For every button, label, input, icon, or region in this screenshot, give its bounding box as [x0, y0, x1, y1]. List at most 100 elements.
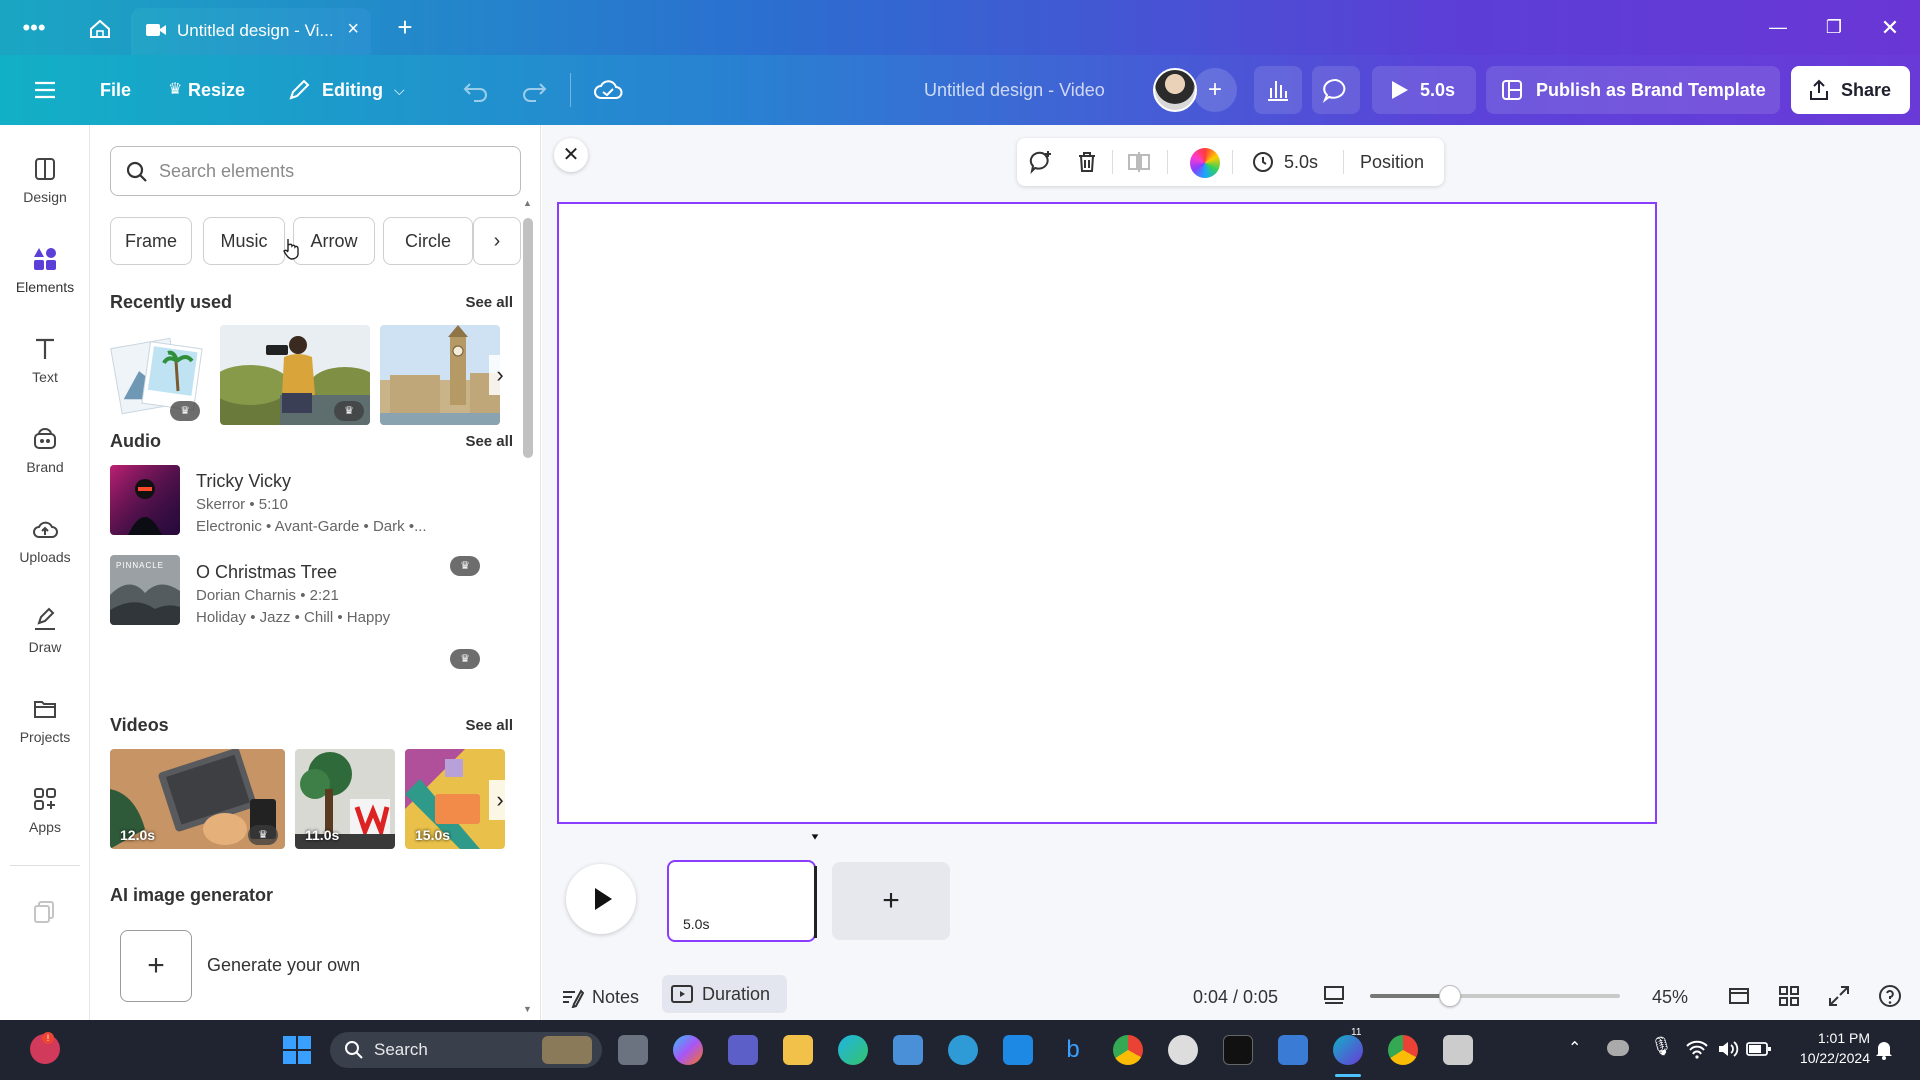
- avatar[interactable]: [1153, 68, 1197, 112]
- app-icon[interactable]: [893, 1035, 923, 1065]
- new-tab-button[interactable]: +: [385, 0, 425, 55]
- rail-text[interactable]: Text: [0, 325, 90, 405]
- audio-item-title[interactable]: Tricky Vicky: [196, 471, 291, 492]
- onedrive-icon[interactable]: [1607, 1040, 1629, 1056]
- position-button[interactable]: Position: [1360, 138, 1424, 186]
- edge-icon[interactable]: [838, 1035, 868, 1065]
- fullscreen-icon[interactable]: [1827, 984, 1851, 1008]
- video-thumb-laptop[interactable]: 12.0s ♛: [110, 749, 285, 849]
- chrome-icon[interactable]: [1113, 1035, 1143, 1065]
- show-hidden-icons[interactable]: ⌃: [1568, 1038, 1581, 1058]
- recent-thumb-big-ben[interactable]: [380, 325, 500, 425]
- zoom-slider[interactable]: [1370, 985, 1620, 1007]
- tab-close-icon[interactable]: ×: [347, 18, 359, 41]
- recent-thumb-travel[interactable]: ♛: [110, 325, 205, 425]
- windows-start-icon[interactable]: [282, 1035, 312, 1065]
- split-icon[interactable]: [1126, 150, 1152, 174]
- timeline-play-button[interactable]: [566, 864, 636, 934]
- battery-icon[interactable]: [1746, 1040, 1772, 1058]
- zoom-slider-handle[interactable]: [1439, 985, 1461, 1007]
- insights-button[interactable]: [1254, 66, 1302, 114]
- audio-cover-o-christmas-tree[interactable]: PINNACLE: [110, 555, 180, 625]
- home-icon[interactable]: [80, 0, 120, 55]
- chip-frame[interactable]: Frame: [110, 217, 192, 265]
- redo-icon[interactable]: [520, 80, 548, 102]
- taskbar-search[interactable]: Search: [330, 1032, 602, 1068]
- rail-projects[interactable]: Projects: [0, 685, 90, 765]
- chip-circle[interactable]: Circle: [383, 217, 473, 265]
- help-icon[interactable]: [1877, 983, 1903, 1009]
- chip-arrow[interactable]: Arrow: [293, 217, 375, 265]
- chevron-down-icon[interactable]: ⌵: [394, 55, 405, 125]
- browser-tab-active[interactable]: Untitled design - Vi... ×: [131, 8, 371, 55]
- panel-scrollbar[interactable]: ▲ ▼: [520, 198, 536, 1014]
- audio-item-title[interactable]: O Christmas Tree: [196, 562, 337, 583]
- recently-used-see-all[interactable]: See all: [465, 294, 513, 311]
- search-input[interactable]: [159, 147, 499, 195]
- app-icon[interactable]: [1443, 1035, 1473, 1065]
- file-explorer-icon[interactable]: [783, 1035, 813, 1065]
- rail-apps[interactable]: Apps: [0, 775, 90, 855]
- terminal-icon[interactable]: [1223, 1035, 1253, 1065]
- resize-button[interactable]: Resize: [188, 55, 245, 125]
- clock-date[interactable]: 10/22/2024: [1780, 1050, 1870, 1066]
- task-view-icon[interactable]: [618, 1035, 648, 1065]
- minimize-icon[interactable]: —: [1750, 0, 1806, 55]
- share-button[interactable]: Share: [1791, 66, 1910, 114]
- play-preview-button[interactable]: 5.0s: [1372, 66, 1476, 114]
- canva-icon[interactable]: 11: [1333, 1027, 1363, 1065]
- rail-draw[interactable]: Draw: [0, 595, 90, 675]
- scroll-thumb[interactable]: [523, 218, 533, 458]
- app-icon[interactable]: [1168, 1035, 1198, 1065]
- videos-next-icon[interactable]: ›: [489, 780, 511, 820]
- playhead-icon[interactable]: [811, 833, 819, 841]
- cloud-saved-icon[interactable]: [592, 77, 624, 103]
- add-collaborator-button[interactable]: +: [1193, 68, 1237, 112]
- bing-icon[interactable]: b: [1058, 1035, 1088, 1065]
- restore-icon[interactable]: ❐: [1806, 0, 1862, 55]
- page-view-icon[interactable]: [1322, 984, 1346, 1008]
- ctx-duration[interactable]: 5.0s: [1284, 138, 1318, 186]
- design-title[interactable]: Untitled design - Video: [924, 55, 1105, 125]
- video-thumb-plant[interactable]: 11.0s: [295, 749, 395, 849]
- zoom-level[interactable]: 45%: [1652, 974, 1688, 1020]
- rail-design[interactable]: Design: [0, 145, 90, 225]
- rail-brand[interactable]: Brand: [0, 415, 90, 495]
- wifi-icon[interactable]: [1685, 1038, 1709, 1060]
- app-icon[interactable]: [948, 1035, 978, 1065]
- publish-brand-template-button[interactable]: Publish as Brand Template: [1486, 66, 1780, 114]
- generate-your-own-label[interactable]: Generate your own: [207, 955, 360, 976]
- color-picker-icon[interactable]: [1190, 148, 1220, 178]
- undo-icon[interactable]: [462, 80, 490, 102]
- grid-view-icon[interactable]: [1777, 984, 1801, 1008]
- more-icon[interactable]: •••: [14, 0, 54, 55]
- copy-icon[interactable]: [31, 898, 59, 926]
- videos-see-all[interactable]: See all: [465, 717, 513, 734]
- close-panel-icon[interactable]: ✕: [554, 138, 588, 172]
- add-page-button[interactable]: +: [832, 862, 950, 940]
- comment-add-icon[interactable]: [1029, 150, 1055, 174]
- editing-menu[interactable]: Editing: [322, 55, 383, 125]
- timeline-clip[interactable]: 5.0s: [667, 860, 817, 942]
- recent-thumb-photographer[interactable]: ♛: [220, 325, 370, 425]
- generate-add-button[interactable]: +: [120, 930, 192, 1002]
- chrome-icon[interactable]: [1388, 1035, 1418, 1065]
- close-window-icon[interactable]: ✕: [1862, 0, 1918, 55]
- scroll-up-icon[interactable]: ▲: [523, 198, 532, 208]
- design-page[interactable]: [557, 202, 1657, 824]
- scroll-down-icon[interactable]: ▼: [523, 1004, 532, 1014]
- notifications-bell-icon[interactable]: [1874, 1038, 1894, 1062]
- microphone-icon[interactable]: 🎙: [1650, 1036, 1673, 1057]
- comments-button[interactable]: [1312, 66, 1360, 114]
- chip-music[interactable]: Music: [203, 217, 285, 265]
- clock-icon[interactable]: [1251, 150, 1275, 174]
- mail-icon[interactable]: [1003, 1035, 1033, 1065]
- store-icon[interactable]: [1278, 1035, 1308, 1065]
- notes-button[interactable]: Notes: [592, 974, 639, 1020]
- recently-used-next-icon[interactable]: ›: [489, 355, 511, 395]
- rail-elements[interactable]: Elements: [0, 235, 90, 315]
- copilot-icon[interactable]: [673, 1035, 703, 1065]
- audio-see-all[interactable]: See all: [465, 433, 513, 450]
- pages-icon[interactable]: [1727, 984, 1751, 1008]
- rail-uploads[interactable]: Uploads: [0, 505, 90, 585]
